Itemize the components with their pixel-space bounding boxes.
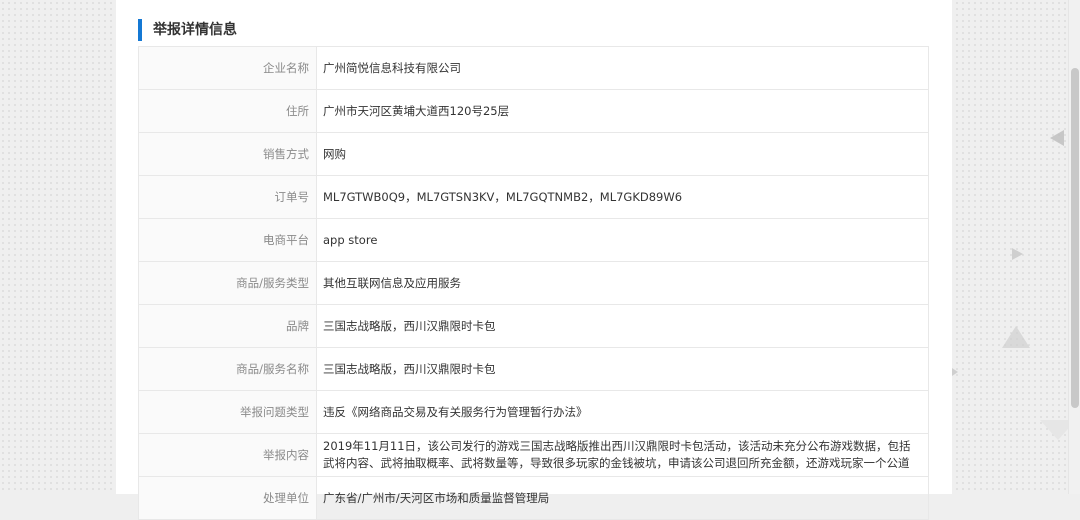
row-label: 举报内容 (138, 433, 317, 477)
row-label: 销售方式 (138, 132, 317, 176)
vertical-scrollbar[interactable] (1068, 0, 1080, 494)
row-label: 住所 (138, 89, 317, 133)
table-row: 处理单位 广东省/广州市/天河区市场和质量监督管理局 (138, 476, 929, 520)
row-value: 三国志战略版，西川汉鼎限时卡包 (316, 304, 929, 348)
row-value: 广州简悦信息科技有限公司 (316, 46, 929, 90)
row-label: 订单号 (138, 175, 317, 219)
row-value: 广州市天河区黄埔大道西120号25层 (316, 89, 929, 133)
row-value: app store (316, 218, 929, 262)
table-row: 订单号 ML7GTWB0Q9，ML7GTSN3KV，ML7GQTNMB2，ML7… (138, 175, 929, 219)
decorative-triangle-up (1002, 326, 1030, 348)
table-row: 品牌 三国志战略版，西川汉鼎限时卡包 (138, 304, 929, 348)
row-value: 违反《网络商品交易及有关服务行为管理暂行办法》 (316, 390, 929, 434)
row-value: 广东省/广州市/天河区市场和质量监督管理局 (316, 476, 929, 520)
row-label: 品牌 (138, 304, 317, 348)
row-value: 其他互联网信息及应用服务 (316, 261, 929, 305)
row-label: 企业名称 (138, 46, 317, 90)
row-value: 2019年11月11日，该公司发行的游戏三国志战略版推出西川汉鼎限时卡包活动，该… (316, 433, 929, 477)
row-label: 处理单位 (138, 476, 317, 520)
report-detail-table: 企业名称 广州简悦信息科技有限公司 住所 广州市天河区黄埔大道西120号25层 … (138, 46, 929, 520)
table-row: 商品/服务类型 其他互联网信息及应用服务 (138, 261, 929, 305)
table-row: 销售方式 网购 (138, 132, 929, 176)
row-label: 举报问题类型 (138, 390, 317, 434)
row-value: 三国志战略版，西川汉鼎限时卡包 (316, 347, 929, 391)
table-row: 举报内容 2019年11月11日，该公司发行的游戏三国志战略版推出西川汉鼎限时卡… (138, 433, 929, 477)
row-label: 电商平台 (138, 218, 317, 262)
row-value: ML7GTWB0Q9，ML7GTSN3KV，ML7GQTNMB2，ML7GKD8… (316, 175, 929, 219)
row-label: 商品/服务类型 (138, 261, 317, 305)
table-row: 举报问题类型 违反《网络商品交易及有关服务行为管理暂行办法》 (138, 390, 929, 434)
section-title: 举报详情信息 (138, 19, 237, 41)
table-row: 企业名称 广州简悦信息科技有限公司 (138, 46, 929, 90)
table-row: 住所 广州市天河区黄埔大道西120号25层 (138, 89, 929, 133)
decorative-triangle-left (1050, 130, 1064, 146)
scrollbar-thumb[interactable] (1071, 68, 1079, 408)
decorative-triangle-small (952, 368, 958, 376)
row-value: 网购 (316, 132, 929, 176)
table-row: 电商平台 app store (138, 218, 929, 262)
table-row: 商品/服务名称 三国志战略版，西川汉鼎限时卡包 (138, 347, 929, 391)
row-label: 商品/服务名称 (138, 347, 317, 391)
report-detail-panel: 举报详情信息 企业名称 广州简悦信息科技有限公司 住所 广州市天河区黄埔大道西1… (116, 0, 952, 520)
decorative-triangle-right (1012, 248, 1023, 260)
